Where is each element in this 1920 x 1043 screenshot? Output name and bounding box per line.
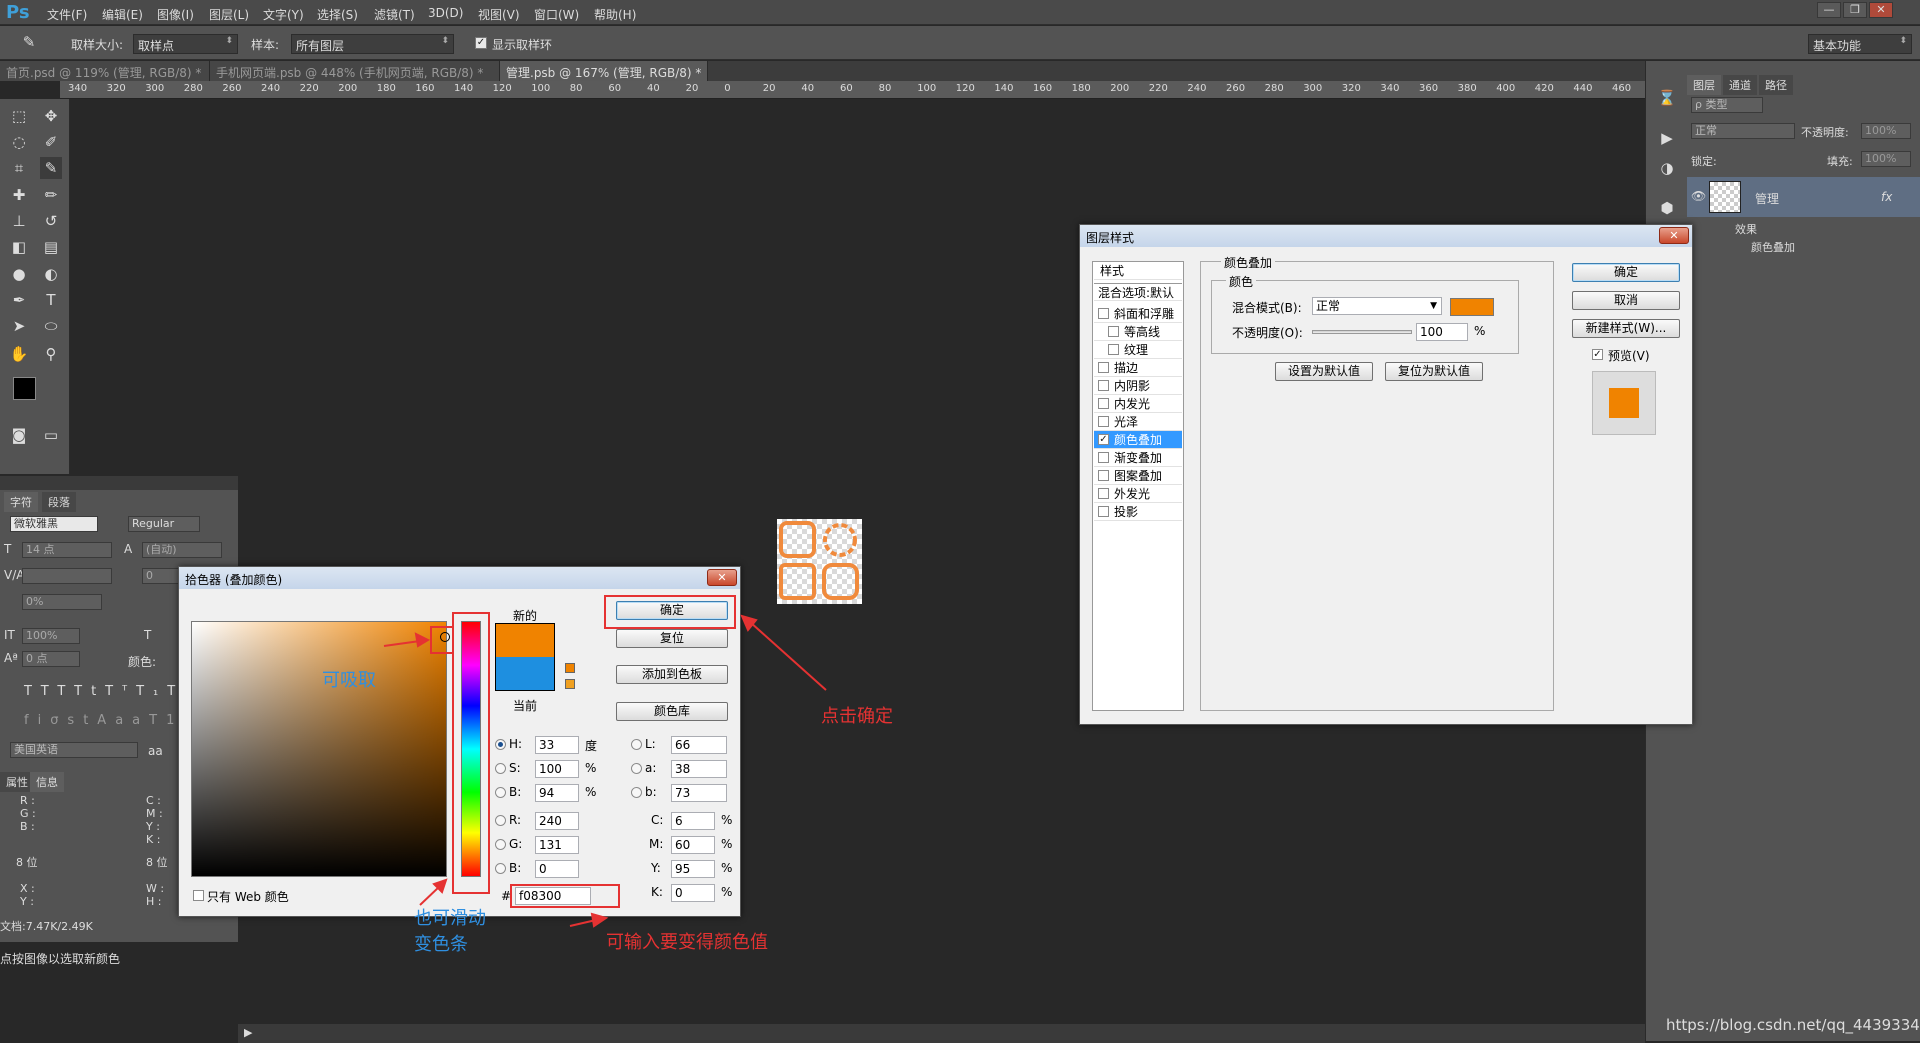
annotation-input-hint: 可输入要变得颜色值 bbox=[606, 932, 768, 953]
annotation-arrows bbox=[383, 614, 827, 928]
watermark: https://blog.csdn.net/qq_44393344 bbox=[1666, 1016, 1920, 1034]
annotation-click-ok: 点击确定 bbox=[821, 706, 893, 727]
scroll-left-icon[interactable]: ▶ bbox=[244, 1026, 252, 1039]
horizontal-scrollbar[interactable]: ▶ bbox=[238, 1024, 1645, 1043]
annotation-slider: 也可滑动 变色条 bbox=[414, 908, 486, 955]
annotation-pickable: 可吸取 bbox=[322, 670, 376, 691]
